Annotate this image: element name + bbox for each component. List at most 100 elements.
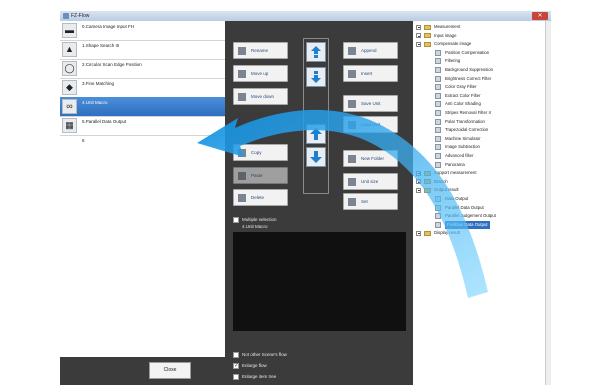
enlarge-flow-label: Enlarge flow <box>242 363 267 368</box>
save-unit-button[interactable]: Save Unit <box>343 95 398 112</box>
enlarge-flow-checkbox[interactable] <box>233 362 239 369</box>
processing-item-icon <box>435 110 441 116</box>
enlarge-item-tree-label: Enlarge item tree <box>242 374 277 379</box>
copy-button[interactable]: Copy <box>233 144 288 161</box>
tree-expand-toggle[interactable] <box>416 187 421 193</box>
append-button[interactable]: Append <box>343 42 398 59</box>
parallel-output-icon: ▦ <box>62 118 77 133</box>
move-down-button[interactable]: Move down <box>233 88 288 105</box>
close-button[interactable]: Close <box>149 362 191 379</box>
tree-expand-toggle[interactable] <box>416 170 421 176</box>
tree-item[interactable]: Measurement <box>434 23 460 31</box>
multiple-selection-checkbox[interactable] <box>233 217 239 223</box>
folder-icon <box>424 170 431 176</box>
tree-item[interactable]: Polar Transformation <box>445 118 485 126</box>
processing-item-icon <box>435 84 441 91</box>
tree-item[interactable]: Machine Simulator <box>445 135 481 143</box>
tree-item[interactable]: Panorama <box>445 161 465 169</box>
folder-icon <box>424 33 431 39</box>
shape-search-icon: ▲ <box>62 42 77 57</box>
unit-size-button[interactable]: Unit size <box>343 173 398 190</box>
tree-expand-toggle[interactable] <box>416 41 421 47</box>
insert-label: Insert <box>361 71 373 76</box>
unit-row-6[interactable]: 6 <box>60 135 225 154</box>
unit-size-label: Unit size <box>361 179 379 184</box>
tree-item[interactable]: Filtering <box>445 57 460 65</box>
tree-item[interactable]: Branch <box>434 178 448 186</box>
tree-item[interactable]: Extract Color Filter <box>445 92 481 100</box>
processing-item-icon <box>435 204 441 211</box>
move-up-arrow-button[interactable] <box>306 124 326 144</box>
load-unit-icon <box>348 121 356 129</box>
tree-item[interactable]: Color Gray Filter <box>445 83 477 91</box>
tree-item[interactable]: Data Output <box>445 195 468 203</box>
tree-item[interactable]: Brightness Correct Filter <box>445 75 491 83</box>
tree-item[interactable]: Image Subtraction <box>445 143 480 151</box>
move-down-arrow-button[interactable] <box>306 147 326 167</box>
rename-icon <box>238 47 246 55</box>
delete-label: Delete <box>251 195 265 200</box>
processing-item-icon <box>435 144 441 151</box>
processing-item-icon <box>435 118 441 125</box>
tree-item[interactable]: Stripes Removal Filter II <box>445 109 491 117</box>
tree-item[interactable]: Advanced filter <box>445 152 473 160</box>
tree-item[interactable]: Compensate image <box>434 40 471 48</box>
tree-item[interactable]: Position Compensation <box>445 49 489 57</box>
tree-item-selected[interactable]: Fieldbus Data Output <box>445 220 490 229</box>
folder-icon <box>424 179 431 185</box>
delete-button[interactable]: Delete <box>233 189 288 206</box>
tree-item[interactable]: Parallel Data Output <box>445 204 484 212</box>
multiple-selection-label: Multiple selection <box>242 217 277 222</box>
folder-icon <box>424 41 431 47</box>
move-top-arrow-button[interactable] <box>306 42 326 62</box>
close-area: Close <box>60 357 225 385</box>
new-folder-button[interactable]: New Folder <box>343 150 398 167</box>
tree-item[interactable]: Output result <box>434 186 459 194</box>
set-button[interactable]: Set <box>343 193 398 210</box>
tree-item[interactable]: Parallel Judgement Output <box>445 212 496 220</box>
move-up-button[interactable]: Move up <box>233 65 288 82</box>
unit-preview-frame <box>233 232 406 331</box>
tree-item[interactable]: Display result <box>434 229 460 237</box>
tree-expand-toggle[interactable] <box>416 33 421 39</box>
processing-item-tree[interactable]: Measurement Input image Compensate image Po… <box>413 21 551 385</box>
paste-icon <box>238 172 246 180</box>
window-close-icon[interactable]: ✕ <box>532 12 548 20</box>
unit-list[interactable]: ▬ 0.Camera Image Input FH ▲ 1.Shape Sear… <box>60 21 225 367</box>
set-icon <box>348 198 356 206</box>
paste-button[interactable]: Paste <box>233 167 288 184</box>
tree-item[interactable]: Trapezoidal Correction <box>445 126 488 134</box>
processing-item-icon <box>435 221 441 228</box>
tree-item[interactable]: Support measurement <box>434 169 477 177</box>
move-down-label: Move down <box>251 94 275 99</box>
processing-item-icon <box>435 135 441 142</box>
folder-icon <box>424 230 431 236</box>
app-icon <box>63 13 69 19</box>
tree-expand-toggle[interactable] <box>416 24 421 30</box>
copy-label: Copy <box>251 150 262 155</box>
copy-icon <box>238 149 246 157</box>
processing-item-icon <box>435 196 441 202</box>
tree-vertical-scrollbar[interactable] <box>545 21 551 385</box>
insert-button[interactable]: Insert <box>343 65 398 82</box>
unit-row-4-selected[interactable]: ∞ 4.Unit Macro <box>60 97 225 117</box>
unit-label: 3.Fine Matching <box>82 81 115 86</box>
tree-expand-toggle[interactable] <box>416 230 421 236</box>
tree-item[interactable]: Anti Color Shading <box>445 100 481 108</box>
tree-item[interactable]: Input image <box>434 32 456 40</box>
enlarge-item-tree-checkbox[interactable] <box>233 374 239 380</box>
unit-row-0[interactable]: ▬ 0.Camera Image Input FH <box>60 21 225 41</box>
unit-label: 4.Unit Macro <box>82 100 108 105</box>
load-unit-button[interactable]: Load Unit <box>343 116 398 133</box>
rename-button[interactable]: Rename <box>233 42 288 59</box>
double-down-arrow-icon <box>311 71 321 83</box>
tree-item[interactable]: Background Suppression <box>445 66 493 74</box>
not-other-scene-checkbox[interactable] <box>233 352 239 358</box>
unit-row-2[interactable]: ◯ 2.Circular Scan Edge Position <box>60 59 225 79</box>
move-bottom-arrow-button[interactable] <box>306 67 326 87</box>
tree-expand-toggle[interactable] <box>416 179 421 185</box>
unit-row-1[interactable]: ▲ 1.Shape Search III <box>60 40 225 60</box>
unit-row-5[interactable]: ▦ 5.Parallel Data Output <box>60 116 225 136</box>
unit-row-3[interactable]: ◆ 3.Fine Matching <box>60 78 225 98</box>
paste-label: Paste <box>251 173 263 178</box>
